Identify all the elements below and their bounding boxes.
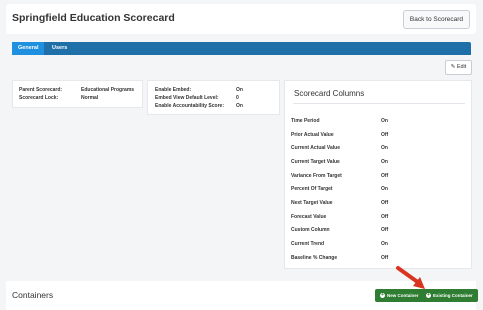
embed-view-level-label: Embed View Default Level: bbox=[155, 95, 219, 101]
column-row-value: Off bbox=[381, 227, 389, 233]
page-title: Springfield Education Scorecard bbox=[12, 12, 175, 24]
scorecard-info-card: Parent Scorecard: Educational Programs S… bbox=[12, 80, 143, 108]
scorecard-lock-label: Scorecard Lock: bbox=[19, 95, 59, 101]
plus-circle-icon: + bbox=[426, 292, 431, 299]
column-row-value: Off bbox=[381, 200, 389, 206]
plus-circle-icon: + bbox=[380, 292, 385, 299]
scorecard-lock-value: Normal bbox=[81, 95, 99, 101]
column-row-label: Next Target Value bbox=[291, 200, 333, 206]
column-row-label: Current Actual Value bbox=[291, 145, 340, 151]
column-row-label: Time Period bbox=[291, 118, 320, 124]
column-row-value: Off bbox=[381, 173, 389, 179]
enable-embed-value: On bbox=[236, 87, 243, 93]
tab-bar: General Users bbox=[12, 42, 471, 55]
parent-scorecard-value: Educational Programs bbox=[81, 87, 135, 93]
column-row-value: On bbox=[381, 241, 388, 247]
column-row-label: Percent Of Target bbox=[291, 186, 333, 192]
scorecard-columns-card: Scorecard Columns Time Period On Prior A… bbox=[284, 80, 472, 269]
column-row-value: On bbox=[381, 159, 388, 165]
accountability-score-label: Enable Accountability Score: bbox=[155, 103, 224, 109]
back-to-scorecard-button[interactable]: Back to Scorecard bbox=[402, 10, 470, 29]
scorecard-columns-title: Scorecard Columns bbox=[294, 89, 365, 98]
column-row-value: Off bbox=[381, 132, 389, 138]
column-row-label: Current Target Value bbox=[291, 159, 340, 165]
annotation-arrow-icon bbox=[396, 266, 425, 289]
containers-title: Containers bbox=[12, 290, 54, 300]
column-row-label: Prior Actual Value bbox=[291, 132, 334, 138]
edit-icon: ✎ bbox=[450, 64, 456, 70]
edit-button[interactable]: ✎ Edit bbox=[445, 60, 472, 75]
enable-embed-label: Enable Embed: bbox=[155, 87, 192, 93]
column-row-value: On bbox=[381, 145, 388, 151]
column-row-label: Variance From Target bbox=[291, 173, 342, 179]
parent-scorecard-label: Parent Scorecard: bbox=[19, 87, 63, 93]
column-row-value: On bbox=[381, 186, 388, 192]
tab-users[interactable]: Users bbox=[46, 42, 73, 55]
accountability-score-value: On bbox=[236, 103, 243, 109]
column-row-value: On bbox=[381, 118, 388, 124]
column-row-label: Forecast Value bbox=[291, 214, 327, 220]
embed-view-level-value: 0 bbox=[236, 95, 239, 101]
edit-button-label: Edit bbox=[456, 64, 467, 70]
column-row-value: Off bbox=[381, 255, 389, 261]
column-row-label: Current Trend bbox=[291, 241, 325, 247]
column-row-label: Custom Column bbox=[291, 227, 330, 233]
column-row-label: Baseline % Change bbox=[291, 255, 338, 261]
tab-general[interactable]: General bbox=[12, 42, 45, 55]
column-row-value: Off bbox=[381, 214, 389, 220]
existing-container-label: Existing Container bbox=[433, 293, 473, 298]
divider bbox=[293, 103, 465, 104]
embed-settings-card: Enable Embed: On Embed View Default Leve… bbox=[147, 80, 280, 115]
page-header: Springfield Education Scorecard Back to … bbox=[6, 4, 476, 34]
